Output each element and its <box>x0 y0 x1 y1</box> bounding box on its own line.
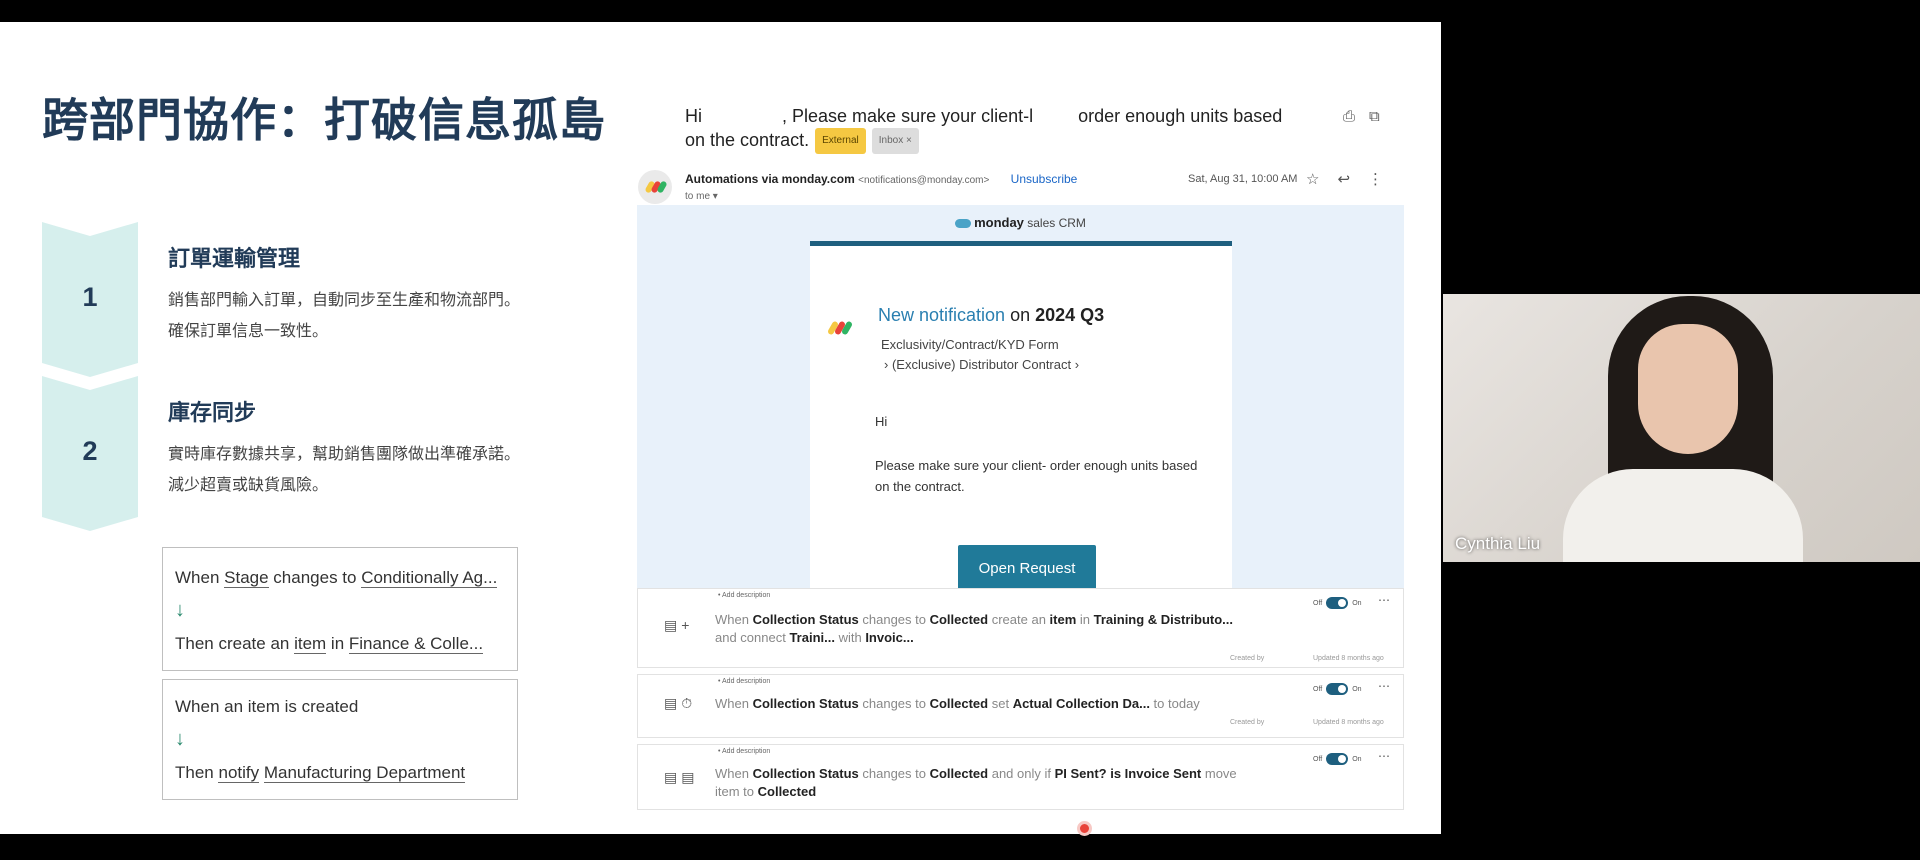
email-body: monday sales CRM New notification on 202… <box>637 205 1404 592</box>
toggle-switch[interactable] <box>1326 753 1349 765</box>
automation-1-text: When Collection Status changes to Collec… <box>715 612 1234 645</box>
email-actions: ☆ ↩ ⋮ <box>1306 170 1401 188</box>
created-by: Created by <box>1230 719 1265 726</box>
created-by: Created by <box>1230 655 1265 662</box>
down-arrow-icon: ↓ <box>175 599 185 621</box>
email-subject: Hi , Please make sure your client-l orde… <box>685 104 1345 155</box>
monday-crm-logo: monday sales CRM <box>637 215 1404 230</box>
more-horizontal-icon[interactable]: ⋯ <box>1378 593 1390 607</box>
more-horizontal-icon[interactable]: ⋯ <box>1378 679 1390 693</box>
participant-name: Cynthia Liu <box>1455 534 1541 553</box>
automation-3-text: When Collection Status changes to Collec… <box>715 766 1237 799</box>
updated-time: Updated 8 months ago <box>1313 655 1384 662</box>
automation-rule-card-1: When Stage changes to Conditionally Ag..… <box>162 547 518 671</box>
presentation-slide: 跨部門協作：打破信息孤島 1 訂單運輸管理 銷售部門輸入訂單，自動同步至生產和物… <box>0 22 1441 834</box>
add-description-link[interactable]: • Add description <box>718 678 770 685</box>
print-icon[interactable]: ⎙ <box>1343 108 1355 125</box>
unsubscribe-link[interactable]: Unsubscribe <box>1011 172 1078 186</box>
participant-video-tile[interactable]: Cynthia Liu <box>1443 294 1920 562</box>
automation-3-toggle[interactable]: Off On <box>1313 753 1362 765</box>
sender-address: <notifications@monday.com> <box>858 175 990 186</box>
breadcrumb-board: Exclusivity/Contract/KYD Form <box>881 337 1059 352</box>
rule-1-then: Then create an item in Finance & Colle..… <box>175 634 484 654</box>
rule-1-when: When Stage changes to Conditionally Ag..… <box>175 568 498 588</box>
inbox-label-chip[interactable]: Inbox × <box>871 128 919 155</box>
down-arrow-icon: ↓ <box>175 728 185 750</box>
participant-body <box>1563 469 1803 562</box>
notification-greeting: Hi <box>875 414 888 429</box>
board-clock-icon: ▤⏱ <box>664 695 697 711</box>
step-1-line-2: 確保訂單信息一致性。 <box>168 321 329 340</box>
email-subject-line-2: on the contract. External Inbox × <box>685 128 1345 155</box>
recording-indicator-icon <box>1077 821 1092 836</box>
sender-name: Automations via monday.com <box>685 172 855 186</box>
step-2-number: 2 <box>82 436 98 466</box>
step-1-title: 訂單運輸管理 <box>168 247 301 272</box>
board-add-icon: ▤+ <box>664 617 694 633</box>
toggle-switch[interactable] <box>1326 683 1349 695</box>
monday-logo-icon <box>955 219 972 229</box>
step-2-title: 庫存同步 <box>168 401 257 426</box>
automation-2-toggle[interactable]: Off On <box>1313 683 1362 695</box>
reply-icon[interactable]: ↩ <box>1337 171 1350 188</box>
monday-mark-icon <box>826 320 854 340</box>
automation-rule-card-2: When an item is created ↓ Then notify Ma… <box>162 679 518 800</box>
star-icon[interactable]: ☆ <box>1306 171 1319 188</box>
updated-time: Updated 8 months ago <box>1313 719 1384 726</box>
sender-avatar <box>638 170 672 204</box>
step-2-body: 實時庫存數據共享，幫助銷售團隊做出準確承諾。 減少超賣或缺貨風險。 <box>168 438 588 500</box>
automation-row-3[interactable]: • Add description ▤▤ When Collection Sta… <box>637 744 1404 810</box>
board-board-icon: ▤▤ <box>664 769 699 785</box>
step-2-line-2: 減少超賣或缺貨風險。 <box>168 475 329 494</box>
email-date: Sat, Aug 31, 10:00 AM <box>1188 173 1298 185</box>
open-new-window-icon[interactable]: ⧉ <box>1369 108 1380 125</box>
breadcrumb-item[interactable]: › (Exclusive) Distributor Contract › <box>884 357 1079 372</box>
step-2-line-1: 實時庫存數據共享，幫助銷售團隊做出準確承諾。 <box>168 444 521 463</box>
external-label-chip: External <box>815 128 866 155</box>
add-description-link[interactable]: • Add description <box>718 592 770 599</box>
notification-card: New notification on 2024 Q3 Exclusivity/… <box>810 241 1232 592</box>
rule-2-then: Then notify Manufacturing Department <box>175 763 466 783</box>
notification-message: Please make sure your client- order enou… <box>875 458 1198 494</box>
slide-title: 跨部門協作：打破信息孤島 <box>42 93 606 147</box>
step-1-body: 銷售部門輸入訂單，自動同步至生產和物流部門。 確保訂單信息一致性。 <box>168 284 588 346</box>
automation-2-text: When Collection Status changes to Collec… <box>715 696 1200 711</box>
subject-actions: ⎙ ⧉ <box>1343 108 1394 125</box>
more-horizontal-icon[interactable]: ⋯ <box>1378 749 1390 763</box>
screen-share-stage: 跨部門協作：打破信息孤島 1 訂單運輸管理 銷售部門輸入訂單，自動同步至生產和物… <box>0 0 1920 860</box>
step-1-number: 1 <box>82 282 98 312</box>
toggle-switch[interactable] <box>1326 597 1349 609</box>
email-subject-line-1: Hi , Please make sure your client-l orde… <box>685 106 1283 126</box>
automation-row-1[interactable]: • Add description ▤+ When Collection Sta… <box>637 588 1404 668</box>
rule-2-when: When an item is created <box>175 697 359 716</box>
sender-line: Automations via monday.com <notification… <box>685 172 1077 186</box>
more-vertical-icon[interactable]: ⋮ <box>1368 171 1383 188</box>
recipient-toggle[interactable]: to me ▾ <box>685 191 718 202</box>
participant-face <box>1638 324 1738 454</box>
step-1-line-1: 銷售部門輸入訂單，自動同步至生產和物流部門。 <box>168 290 521 309</box>
automation-1-toggle[interactable]: Off On <box>1313 597 1362 609</box>
add-description-link[interactable]: • Add description <box>718 748 770 755</box>
open-request-button[interactable]: Open Request <box>958 545 1096 592</box>
automation-row-2[interactable]: • Add description ▤⏱ When Collection Sta… <box>637 674 1404 738</box>
notification-title: New notification on 2024 Q3 <box>878 305 1105 325</box>
